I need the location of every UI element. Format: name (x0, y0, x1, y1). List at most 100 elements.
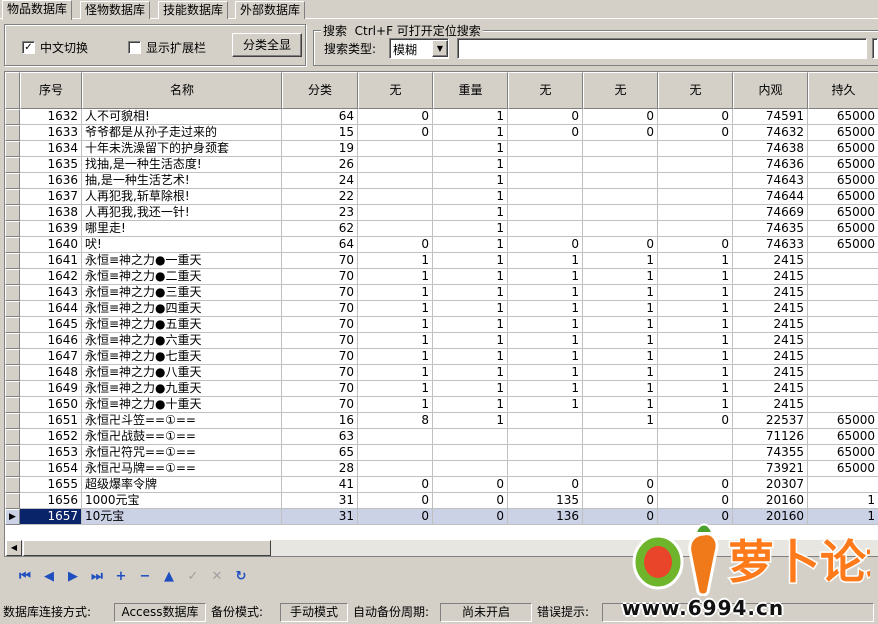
cell-none-1[interactable]: 0 (358, 477, 433, 493)
cell-weight[interactable] (433, 445, 508, 461)
cell-name[interactable]: 永恒≡神之力●九重天 (82, 381, 282, 397)
cell-none-2[interactable] (508, 205, 583, 221)
cell-durability[interactable]: 65000 (808, 141, 878, 157)
cell-none-3[interactable] (583, 189, 658, 205)
cell-none-4[interactable]: 1 (658, 301, 733, 317)
cell-weight[interactable]: 1 (433, 333, 508, 349)
row-indicator[interactable] (5, 285, 20, 301)
cell-category[interactable]: 70 (282, 269, 358, 285)
cell-none-3[interactable]: 0 (583, 477, 658, 493)
cell-name[interactable]: 永恒≡神之力●八重天 (82, 365, 282, 381)
cell-category[interactable]: 70 (282, 317, 358, 333)
cell-category[interactable]: 31 (282, 493, 358, 509)
scroll-left-icon[interactable]: ◀ (6, 540, 22, 556)
table-row[interactable]: 1633 爷爷都是从孙子走过来的 15 0 1 0 0 0 74632 65000 (5, 125, 878, 141)
chinese-toggle-checkbox[interactable]: ✓ (22, 41, 35, 54)
cell-none-3[interactable]: 1 (583, 317, 658, 333)
cell-durability[interactable] (808, 317, 878, 333)
table-row[interactable]: 1638 人再犯我,我还一针! 23 1 74669 65000 (5, 205, 878, 221)
cell-weight[interactable]: 1 (433, 157, 508, 173)
cell-none-2[interactable]: 1 (508, 397, 583, 413)
table-row[interactable]: 1648 永恒≡神之力●八重天 70 1 1 1 1 1 2415 (5, 365, 878, 381)
table-row[interactable]: 1642 永恒≡神之力●二重天 70 1 1 1 1 1 2415 (5, 269, 878, 285)
tab-external-database[interactable]: 外部数据库 (235, 1, 306, 19)
cell-none-3[interactable]: 1 (583, 381, 658, 397)
table-row[interactable]: 1654 永恒卍马牌==①== 28 73921 65000 (5, 461, 878, 477)
cell-weight[interactable]: 0 (433, 493, 508, 509)
cell-weight[interactable]: 1 (433, 221, 508, 237)
cell-name[interactable]: 爷爷都是从孙子走过来的 (82, 125, 282, 141)
cell-name[interactable]: 10元宝 (82, 509, 282, 525)
cell-category[interactable]: 62 (282, 221, 358, 237)
cell-name[interactable]: 永恒≡神之力●五重天 (82, 317, 282, 333)
tab-item-database[interactable]: 物品数据库 (2, 0, 73, 20)
cell-appearance[interactable]: 2415 (733, 253, 808, 269)
tab-skill-database[interactable]: 技能数据库 (158, 1, 229, 19)
cell-seq[interactable]: 1636 (20, 173, 82, 189)
cell-none-1[interactable]: 0 (358, 493, 433, 509)
cell-name[interactable]: 永恒≡神之力●一重天 (82, 253, 282, 269)
cell-name[interactable]: 超级爆率令牌 (82, 477, 282, 493)
row-indicator[interactable] (5, 445, 20, 461)
cell-none-2[interactable] (508, 141, 583, 157)
cell-category[interactable]: 41 (282, 477, 358, 493)
row-indicator[interactable] (5, 237, 20, 253)
cell-durability[interactable]: 65000 (808, 445, 878, 461)
cell-none-3[interactable] (583, 173, 658, 189)
table-row[interactable]: 1652 永恒卍战鼓==①== 63 71126 65000 (5, 429, 878, 445)
cell-category[interactable]: 63 (282, 429, 358, 445)
cell-name[interactable]: 永恒卍马牌==①== (82, 461, 282, 477)
table-row[interactable]: 1635 找抽,是一种生活态度! 26 1 74636 65000 (5, 157, 878, 173)
cell-seq[interactable]: 1654 (20, 461, 82, 477)
cell-seq[interactable]: 1657 (20, 509, 82, 525)
row-indicator[interactable] (5, 221, 20, 237)
post-record-icon[interactable]: ✓ (182, 566, 204, 588)
cell-weight[interactable]: 1 (433, 173, 508, 189)
cell-appearance[interactable]: 74644 (733, 189, 808, 205)
cell-appearance[interactable]: 74632 (733, 125, 808, 141)
cell-weight[interactable]: 1 (433, 125, 508, 141)
cancel-edit-icon[interactable]: ✕ (206, 566, 228, 588)
cell-none-1[interactable]: 1 (358, 253, 433, 269)
cell-weight[interactable]: 1 (433, 397, 508, 413)
cell-category[interactable]: 24 (282, 173, 358, 189)
cell-none-1[interactable]: 8 (358, 413, 433, 429)
cell-none-3[interactable] (583, 445, 658, 461)
cell-none-1[interactable] (358, 157, 433, 173)
cell-durability[interactable]: 1 (808, 493, 878, 509)
cell-appearance[interactable]: 20160 (733, 493, 808, 509)
cell-weight[interactable]: 1 (433, 269, 508, 285)
cell-category[interactable]: 15 (282, 125, 358, 141)
chevron-down-icon[interactable]: ▼ (432, 40, 448, 57)
cell-none-1[interactable]: 0 (358, 125, 433, 141)
cell-none-1[interactable]: 1 (358, 269, 433, 285)
cell-name[interactable]: 十年未洗澡留下的护身颈套 (82, 141, 282, 157)
cell-none-3[interactable]: 1 (583, 253, 658, 269)
cell-durability[interactable] (808, 301, 878, 317)
cell-none-1[interactable] (358, 173, 433, 189)
cell-category[interactable]: 70 (282, 381, 358, 397)
cell-appearance[interactable]: 22537 (733, 413, 808, 429)
cell-none-3[interactable] (583, 221, 658, 237)
cell-none-4[interactable] (658, 205, 733, 221)
cell-none-1[interactable]: 1 (358, 381, 433, 397)
cell-appearance[interactable]: 74643 (733, 173, 808, 189)
column-header-seq[interactable]: 序号 (20, 72, 82, 109)
cell-name[interactable]: 永恒卍战鼓==①== (82, 429, 282, 445)
cell-durability[interactable]: 65000 (808, 173, 878, 189)
cell-name[interactable]: 永恒≡神之力●七重天 (82, 349, 282, 365)
cell-none-4[interactable] (658, 445, 733, 461)
cell-none-4[interactable]: 1 (658, 381, 733, 397)
cell-none-3[interactable]: 0 (583, 493, 658, 509)
cell-appearance[interactable]: 2415 (733, 269, 808, 285)
cell-none-4[interactable]: 1 (658, 269, 733, 285)
cell-none-2[interactable] (508, 173, 583, 189)
cell-none-2[interactable]: 1 (508, 253, 583, 269)
cell-weight[interactable]: 1 (433, 413, 508, 429)
cell-durability[interactable]: 65000 (808, 205, 878, 221)
cell-seq[interactable]: 1651 (20, 413, 82, 429)
cell-none-2[interactable] (508, 221, 583, 237)
cell-durability[interactable]: 65000 (808, 157, 878, 173)
cell-none-4[interactable] (658, 189, 733, 205)
cell-category[interactable]: 70 (282, 397, 358, 413)
